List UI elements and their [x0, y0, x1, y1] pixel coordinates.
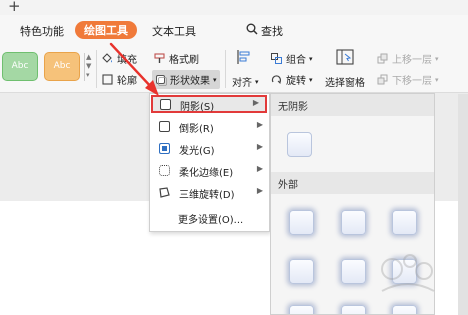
3d-rotation-icon [159, 187, 170, 198]
tab-drawing-tools[interactable]: 绘图工具 [75, 21, 137, 39]
fill-bucket-icon [102, 53, 112, 63]
rotate-label: 旋转 [286, 76, 306, 87]
align-icon-button[interactable] [236, 49, 252, 65]
submenu-arrow-icon: ▶ [256, 164, 263, 173]
format-painter-label: 格式刷 [169, 55, 199, 66]
separator [225, 50, 226, 88]
dropdown-arrow-icon: ▾ [309, 54, 313, 63]
dropdown-arrow-icon: ▾ [435, 75, 439, 84]
align-icon [237, 50, 250, 64]
chevron-down-icon[interactable]: ▼ [85, 62, 92, 71]
expand-gallery-icon[interactable]: ▾ [85, 71, 92, 80]
selection-pane-label: 选择窗格 [325, 78, 365, 89]
no-shadow-header: 无阴影 [271, 94, 434, 116]
vertical-scrollbar[interactable] [458, 94, 468, 315]
menu-item-label: 发光(G) [179, 146, 215, 157]
fill-button[interactable]: 填充 [101, 51, 137, 66]
menu-item-label: 倒影(R) [179, 124, 214, 135]
new-tab-button[interactable]: + [8, 0, 21, 15]
fill-label: 填充 [117, 55, 137, 66]
tab-text-tools[interactable]: 文本工具 [152, 23, 196, 39]
title-bar: + [0, 0, 468, 15]
outline-icon [102, 74, 113, 85]
shape-style-green[interactable]: Abc [2, 52, 38, 81]
menu-item-shadow[interactable]: 阴影(S) ▶ [151, 95, 267, 113]
separator [96, 50, 97, 88]
send-backward-label: 下移一层 [392, 76, 432, 87]
rotate-icon [271, 75, 282, 85]
shape-style-orange[interactable]: Abc [44, 52, 80, 81]
outer-shadow-option-3[interactable] [392, 210, 417, 235]
format-painter-button[interactable]: 格式刷 [153, 51, 199, 66]
outer-shadow-header: 外部 [271, 172, 434, 194]
menu-item-label: 三维旋转(D) [179, 190, 235, 201]
submenu-arrow-icon: ▶ [256, 142, 263, 151]
search-icon[interactable] [246, 23, 258, 35]
shape-effects-label: 形状效果 [170, 76, 210, 87]
selection-pane-button[interactable]: 选择窗格 [325, 74, 365, 89]
shape-effects-button[interactable]: 形状效果 ▾ [155, 72, 217, 87]
selection-pane-icon [336, 49, 354, 65]
tab-special-features[interactable]: 特色功能 [20, 23, 64, 39]
ribbon-toolbar: Abc Abc ▲ ▼ ▾ 填充 轮廓 格式刷 形状效果 ▾ 对齐 ▾ 组合 ▾… [0, 45, 468, 93]
outline-button[interactable]: 轮廓 [101, 72, 137, 87]
selection-pane-icon-button[interactable] [336, 49, 354, 65]
submenu-arrow-icon: ▶ [252, 98, 259, 107]
reflection-icon [159, 121, 170, 132]
soft-edges-icon [159, 165, 170, 176]
dropdown-arrow-icon: ▾ [309, 75, 313, 84]
bring-forward-label: 上移一层 [392, 55, 432, 66]
format-painter-icon [154, 53, 165, 63]
shadow-icon [160, 99, 171, 110]
menu-item-label: 阴影(S) [180, 102, 215, 113]
menu-item-more-settings[interactable]: 更多设置(O)... [150, 207, 269, 229]
dropdown-arrow-icon: ▾ [213, 75, 217, 84]
align-label: 对齐 [232, 78, 252, 89]
style-gallery-scroll[interactable]: ▲ ▼ ▾ [84, 53, 92, 81]
send-backward-button[interactable]: 下移一层 ▾ [377, 72, 439, 87]
dropdown-arrow-icon: ▾ [435, 54, 439, 63]
group-label: 组合 [286, 55, 306, 66]
glow-icon [159, 143, 170, 154]
menu-item-3d-rotation[interactable]: 三维旋转(D) ▶ [150, 182, 269, 204]
menu-item-label: 更多设置(O)... [178, 215, 244, 226]
outline-label: 轮廓 [117, 76, 137, 87]
outer-shadow-option-7[interactable] [289, 305, 314, 314]
outer-shadow-option-1[interactable] [289, 210, 314, 235]
submenu-arrow-icon: ▶ [256, 120, 263, 129]
menu-item-reflection[interactable]: 倒影(R) ▶ [150, 116, 269, 138]
ribbon-tabs: 特色功能 绘图工具 文本工具 查找 [0, 15, 468, 45]
menu-item-label: 柔化边缘(E) [179, 168, 234, 179]
group-icon [271, 53, 282, 64]
bring-forward-icon [377, 53, 388, 63]
submenu-arrow-icon: ▶ [256, 186, 263, 195]
outer-shadow-option-2[interactable] [341, 210, 366, 235]
send-backward-icon [377, 74, 388, 84]
dropdown-arrow-icon: ▾ [255, 77, 259, 86]
no-shadow-option[interactable] [287, 132, 312, 157]
group-button[interactable]: 组合 ▾ [270, 51, 313, 66]
menu-item-glow[interactable]: 发光(G) ▶ [150, 138, 269, 160]
tab-search[interactable]: 查找 [261, 23, 283, 39]
watermark-logo-icon [381, 254, 435, 292]
align-button[interactable]: 对齐 ▾ [232, 74, 259, 90]
outer-shadow-option-9[interactable] [392, 305, 417, 314]
shape-effects-menu: 阴影(S) ▶ 倒影(R) ▶ 发光(G) ▶ 柔化边缘(E) ▶ 三维旋转(D… [149, 93, 270, 232]
outer-shadow-option-4[interactable] [289, 259, 314, 284]
outer-shadow-option-8[interactable] [341, 305, 366, 314]
menu-item-soft-edges[interactable]: 柔化边缘(E) ▶ [150, 160, 269, 182]
rotate-button[interactable]: 旋转 ▾ [270, 72, 313, 87]
shape-effects-icon [156, 74, 167, 86]
bring-forward-button[interactable]: 上移一层 ▾ [377, 51, 439, 66]
chevron-up-icon[interactable]: ▲ [85, 53, 92, 62]
